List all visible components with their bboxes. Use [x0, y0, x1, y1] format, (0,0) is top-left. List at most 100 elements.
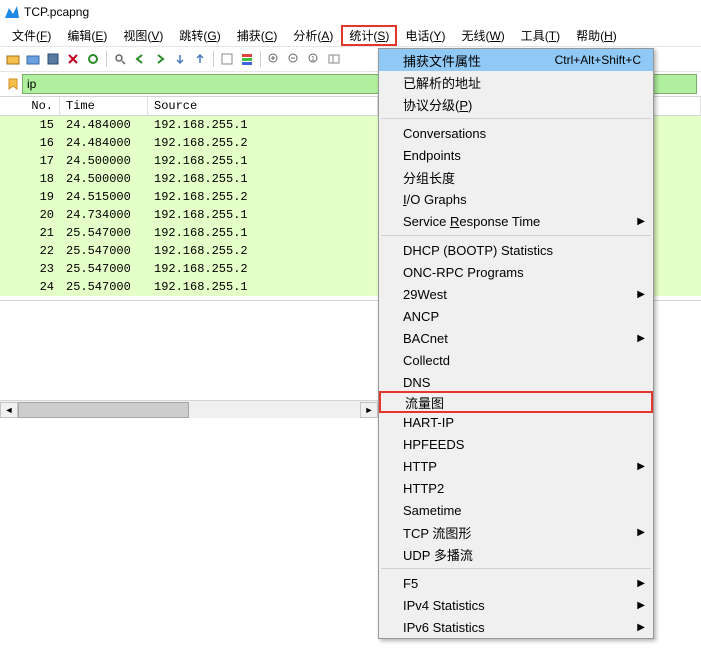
menu-item-udp-[interactable]: UDP 多播流	[379, 543, 653, 565]
zoom-in-icon[interactable]	[265, 50, 283, 68]
cell-time: 25.547000	[60, 262, 148, 276]
menu-跳转[interactable]: 跳转(G)	[171, 25, 228, 46]
menu-separator	[381, 235, 651, 236]
menu-item-ancp[interactable]: ANCP	[379, 305, 653, 327]
submenu-arrow-icon: ▶	[637, 578, 645, 589]
horizontal-scrollbar[interactable]: ◄ ►	[0, 400, 378, 418]
cell-time: 25.547000	[60, 244, 148, 258]
scroll-thumb[interactable]	[18, 402, 189, 418]
menu-item--[interactable]: 流量图	[379, 391, 653, 413]
menu-item-sametime[interactable]: Sametime	[379, 499, 653, 521]
next-icon[interactable]	[151, 50, 169, 68]
menu-item-hart-ip[interactable]: HART-IP	[379, 411, 653, 433]
menu-item--[interactable]: 分组长度	[379, 166, 653, 188]
folder-icon[interactable]	[24, 50, 42, 68]
menu-item--[interactable]: 协议分级(P)	[379, 93, 653, 115]
cell-source: 192.168.255.2	[148, 262, 378, 276]
menu-item-onc-rpc-programs[interactable]: ONC-RPC Programs	[379, 261, 653, 283]
cell-source: 192.168.255.2	[148, 136, 378, 150]
cell-no: 17	[0, 154, 60, 168]
cell-time: 25.547000	[60, 280, 148, 294]
open-icon[interactable]	[4, 50, 22, 68]
cell-time: 25.547000	[60, 226, 148, 240]
jump-icon[interactable]	[171, 50, 189, 68]
menu-捕获[interactable]: 捕获(C)	[229, 25, 286, 46]
menu-item-service-response-time[interactable]: Service Response Time▶	[379, 210, 653, 232]
menu-shortcut: Ctrl+Alt+Shift+C	[555, 53, 641, 67]
menu-item--[interactable]: 捕获文件属性Ctrl+Alt+Shift+C	[379, 49, 653, 71]
scroll-left-button[interactable]: ◄	[0, 402, 18, 418]
scroll-right-button[interactable]: ►	[360, 402, 378, 418]
menu-item-conversations[interactable]: Conversations	[379, 122, 653, 144]
menu-电话[interactable]: 电话(Y)	[397, 25, 453, 46]
first-icon[interactable]	[191, 50, 209, 68]
titlebar: TCP.pcapng	[0, 0, 701, 24]
submenu-arrow-icon: ▶	[637, 216, 645, 227]
col-header-no[interactable]: No.	[0, 97, 60, 115]
menu-分析[interactable]: 分析(A)	[285, 25, 341, 46]
close-icon[interactable]	[64, 50, 82, 68]
cell-source: 192.168.255.1	[148, 172, 378, 186]
menu-item-http[interactable]: HTTP ▶	[379, 455, 653, 477]
menu-item-label: 29West	[403, 287, 447, 302]
menu-item-endpoints[interactable]: Endpoints	[379, 144, 653, 166]
auto-scroll-icon[interactable]	[218, 50, 236, 68]
menu-item-i-o-graphs[interactable]: I/O Graphs	[379, 188, 653, 210]
menu-item-label: HTTP2	[403, 481, 444, 496]
wireshark-icon	[4, 4, 20, 20]
find-icon[interactable]	[111, 50, 129, 68]
bookmark-icon[interactable]	[4, 75, 22, 93]
menu-item-label: 流量图	[405, 393, 444, 412]
cell-time: 24.500000	[60, 172, 148, 186]
menu-item-label: 分组长度	[403, 168, 455, 187]
menu-帮助[interactable]: 帮助(H)	[568, 25, 625, 46]
cell-source: 192.168.255.2	[148, 190, 378, 204]
cell-no: 16	[0, 136, 60, 150]
cell-no: 15	[0, 118, 60, 132]
menu-item-tcp-[interactable]: TCP 流图形▶	[379, 521, 653, 543]
menu-item-label: F5	[403, 576, 418, 591]
cell-no: 18	[0, 172, 60, 186]
menu-item-label: ANCP	[403, 309, 439, 324]
zoom-reset-icon[interactable]: 1	[305, 50, 323, 68]
menu-编辑[interactable]: 编辑(E)	[59, 25, 115, 46]
zoom-out-icon[interactable]	[285, 50, 303, 68]
col-header-source[interactable]: Source	[148, 97, 378, 115]
cell-time: 24.500000	[60, 154, 148, 168]
submenu-arrow-icon: ▶	[637, 527, 645, 538]
menu-item-ipv4-statistics[interactable]: IPv4 Statistics▶	[379, 594, 653, 616]
colorize-icon[interactable]	[238, 50, 256, 68]
resize-columns-icon[interactable]	[325, 50, 343, 68]
menu-视图[interactable]: 视图(V)	[115, 25, 171, 46]
col-header-time[interactable]: Time	[60, 97, 148, 115]
menu-item-hpfeeds[interactable]: HPFEEDS	[379, 433, 653, 455]
save-icon[interactable]	[44, 50, 62, 68]
reload-icon[interactable]	[84, 50, 102, 68]
submenu-arrow-icon: ▶	[637, 461, 645, 472]
submenu-arrow-icon: ▶	[637, 289, 645, 300]
menu-item-label: IPv6 Statistics	[403, 620, 485, 635]
menu-item-http2[interactable]: HTTP2	[379, 477, 653, 499]
menu-item-bacnet[interactable]: BACnet▶	[379, 327, 653, 349]
menu-无线[interactable]: 无线(W)	[453, 25, 512, 46]
menu-工具[interactable]: 工具(T)	[513, 25, 568, 46]
cell-no: 20	[0, 208, 60, 222]
menu-item-ipv6-statistics[interactable]: IPv6 Statistics ▶	[379, 616, 653, 638]
menu-item-label: HART-IP	[403, 415, 454, 430]
menu-统计[interactable]: 统计(S)	[341, 25, 397, 46]
menu-item-label: UDP 多播流	[403, 545, 473, 564]
menu-文件[interactable]: 文件(F)	[4, 25, 59, 46]
menu-item-label: Endpoints	[403, 148, 461, 163]
submenu-arrow-icon: ▶	[637, 622, 645, 633]
prev-icon[interactable]	[131, 50, 149, 68]
menu-item-dhcp-bootp-statistics[interactable]: DHCP (BOOTP) Statistics	[379, 239, 653, 261]
menu-item--[interactable]: 已解析的地址	[379, 71, 653, 93]
scroll-track[interactable]	[18, 402, 360, 418]
menu-item-29west[interactable]: 29West ▶	[379, 283, 653, 305]
menu-item-f5[interactable]: F5 ▶	[379, 572, 653, 594]
menu-item-label: HTTP	[403, 459, 437, 474]
cell-no: 24	[0, 280, 60, 294]
menu-item-dns[interactable]: DNS	[379, 371, 653, 393]
menu-item-collectd[interactable]: Collectd	[379, 349, 653, 371]
cell-source: 192.168.255.1	[148, 118, 378, 132]
